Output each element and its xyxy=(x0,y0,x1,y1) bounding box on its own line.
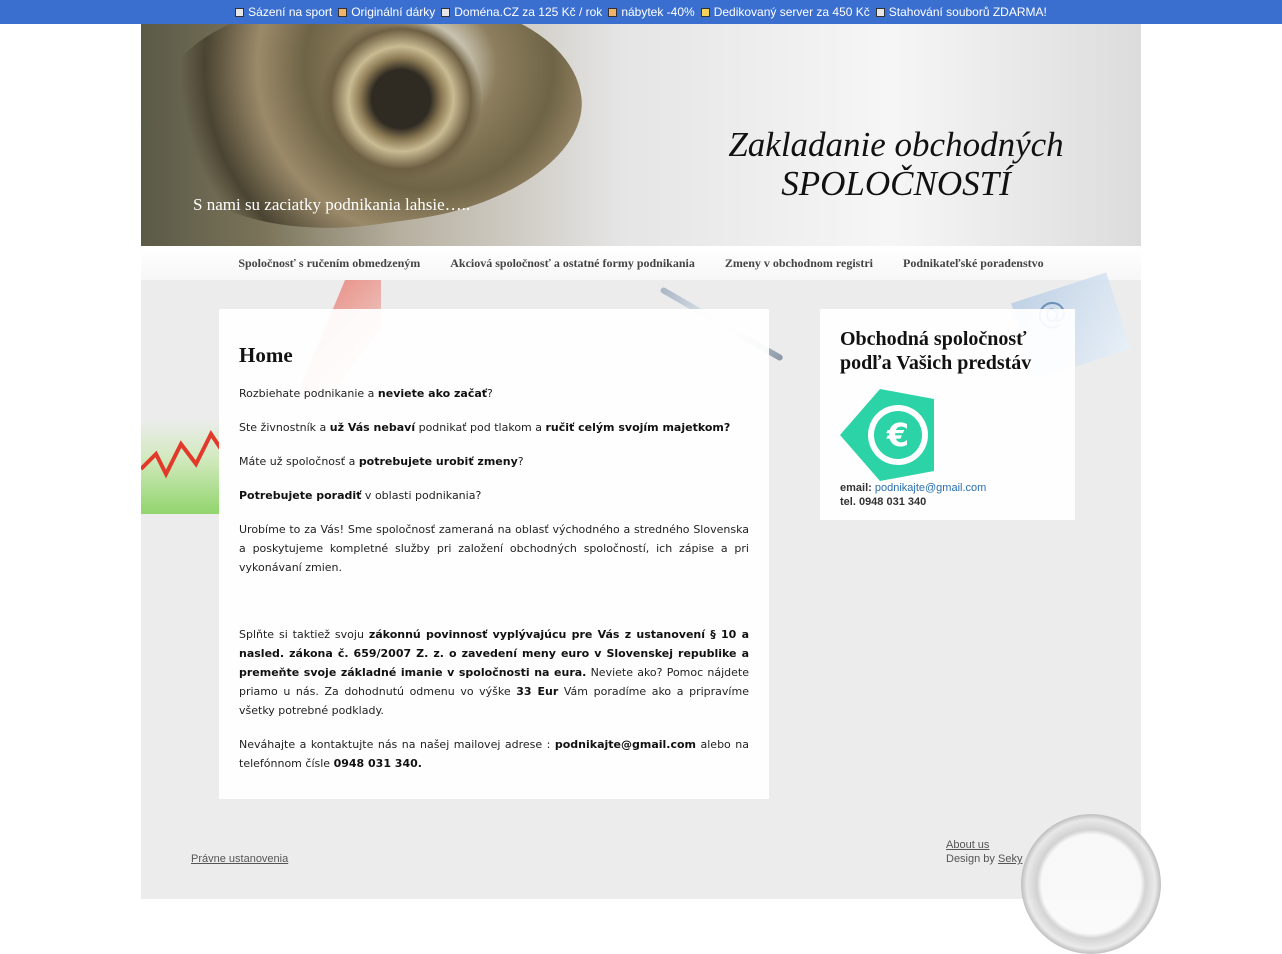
header-banner: S nami su zaciatky podnikania lahsie….. … xyxy=(141,24,1141,246)
graph-line-decoration xyxy=(141,430,221,479)
designer-link[interactable]: Seky xyxy=(998,853,1022,865)
top-ad-bar: Sázení na sport Originální dárky Doména.… xyxy=(0,0,1282,24)
ad-link-nabytek[interactable]: nábytek -40% xyxy=(608,5,695,19)
contact-phone: 0948 031 340. xyxy=(333,757,422,770)
paragraph-4: Potrebujete poradiť v oblasti podnikania… xyxy=(239,489,482,502)
nav-item-zmeny[interactable]: Zmeny v obchodnom registri xyxy=(725,256,873,271)
legal-link[interactable]: Právne ustanovenia xyxy=(191,853,288,865)
sidebar-email-link[interactable]: podnikajte@gmail.com xyxy=(875,482,986,494)
page-container: S nami su zaciatky podnikania lahsie….. … xyxy=(141,24,1161,954)
main-nav: Spoločnosť s ručením obmedzeným Akciová … xyxy=(141,246,1141,280)
sidebar-box: Obchodná spoločnosť podľa Vašich predstá… xyxy=(820,309,1075,520)
clock-decoration xyxy=(1021,814,1161,954)
square-icon xyxy=(700,7,710,17)
about-us-link[interactable]: About us xyxy=(946,839,989,851)
paragraph-2: Ste živnostník a už Vás nebaví podnikať … xyxy=(239,421,731,434)
paragraph-3: Máte už spoločnosť a potrebujete urobiť … xyxy=(239,455,524,468)
footer-credits: About us Design by Seky xyxy=(946,839,1023,865)
ad-link-server[interactable]: Dedikovaný server za 450 Kč xyxy=(700,5,870,19)
paragraph-5: Urobíme to za Vás! Sme spoločnosť zamera… xyxy=(239,523,749,574)
sidebar-heading: Obchodná spoločnosť podľa Vašich predstá… xyxy=(840,328,1032,374)
header-slogan: S nami su zaciatky podnikania lahsie….. xyxy=(193,195,471,214)
square-icon xyxy=(875,7,885,17)
main-content-box: Home Rozbiehate podnikanie a neviete ako… xyxy=(219,309,769,799)
paragraph-1: Rozbiehate podnikanie a neviete ako zača… xyxy=(239,387,493,400)
paragraph-7: Neváhajte a kontaktujte nás na našej mai… xyxy=(239,738,749,770)
sidebar-email: email: podnikajte@gmail.com xyxy=(840,482,987,494)
paragraph-6: Splňte si taktiež svoju zákonnú povinnos… xyxy=(239,628,750,717)
square-icon xyxy=(338,7,348,17)
ad-link-domena[interactable]: Doména.CZ za 125 Kč / rok xyxy=(441,5,602,19)
ad-link-darky[interactable]: Originální dárky xyxy=(338,5,435,19)
euro-sign-icon: € xyxy=(840,389,934,481)
site-title: Zakladanie obchodných SPOLOČNOSTÍ xyxy=(701,125,1091,203)
main-text: Rozbiehate podnikanie a neviete ako zača… xyxy=(239,384,749,788)
nav-item-poradenstvo[interactable]: Podnikateľské poradenstvo xyxy=(903,256,1044,271)
sidebar-phone: tel. 0948 031 340 xyxy=(840,496,927,508)
site-title-line1: Zakladanie obchodných xyxy=(728,125,1064,164)
ad-link-sport[interactable]: Sázení na sport xyxy=(235,5,332,19)
svg-text:€: € xyxy=(886,416,909,454)
square-icon xyxy=(608,7,618,17)
contact-email-link[interactable]: podnikajte@gmail.com xyxy=(555,738,696,751)
square-icon xyxy=(441,7,451,17)
nav-item-akciova[interactable]: Akciová spoločnosť a ostatné formy podni… xyxy=(450,256,695,271)
nav-item-sro[interactable]: Spoločnosť s ručením obmedzeným xyxy=(238,256,420,271)
page-title: Home xyxy=(239,343,293,367)
ad-link-stahovani[interactable]: Stahování souborů ZDARMA! xyxy=(875,5,1047,19)
site-title-line2: SPOLOČNOSTÍ xyxy=(781,163,1011,203)
square-icon xyxy=(235,7,245,17)
